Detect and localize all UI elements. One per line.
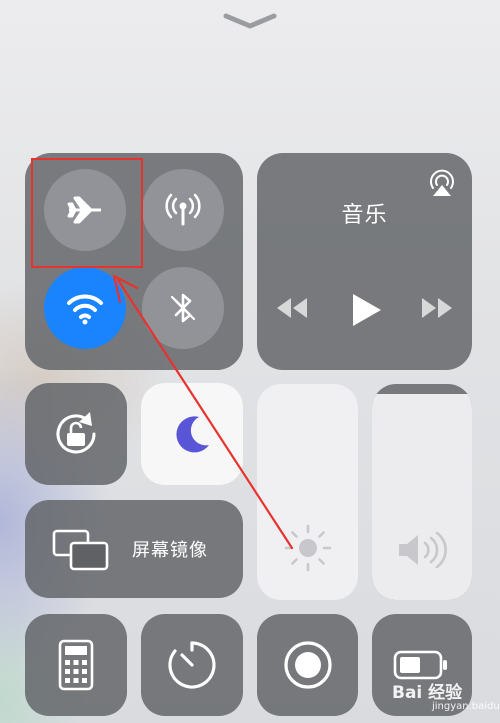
- watermark-brand: Bai 经验: [392, 683, 463, 703]
- watermark-url: jingyan.baidu.com: [432, 701, 500, 712]
- watermark: Bai 经验 jingyan.baidu.com: [378, 672, 500, 722]
- annotation-arrow: [112, 274, 294, 550]
